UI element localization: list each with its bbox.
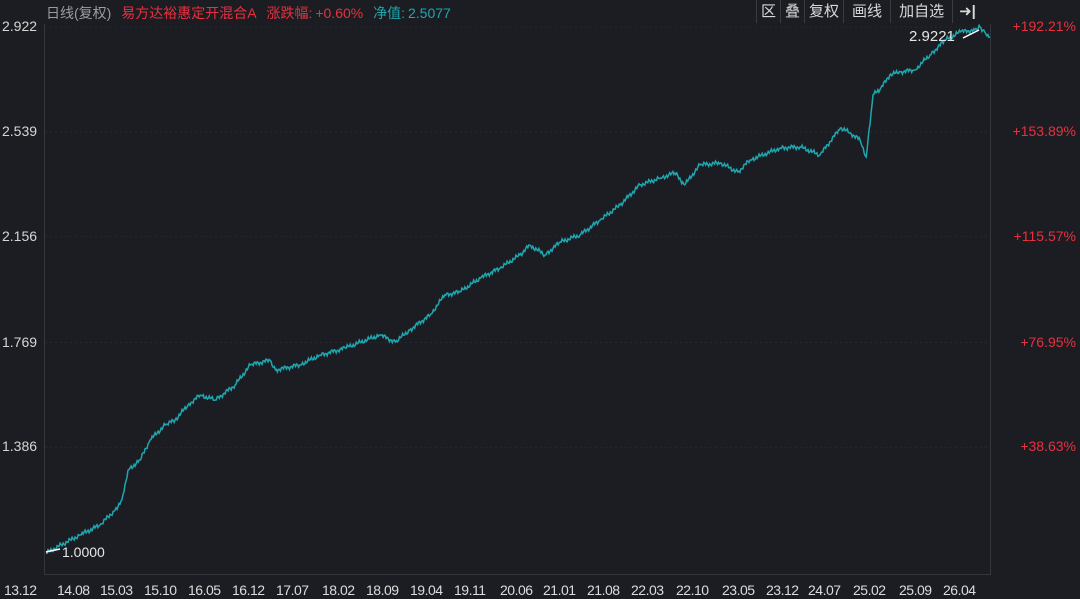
nav-line — [45, 23, 991, 555]
x-tick-label: 24.07 — [808, 582, 841, 598]
x-tick-label: 14.08 — [57, 582, 90, 598]
x-tick-label: 19.04 — [410, 582, 443, 598]
x-tick-label: 21.01 — [543, 582, 576, 598]
x-tick-label: 26.04 — [943, 582, 976, 598]
y-tick-label: 1.769 — [2, 333, 38, 350]
right-tick-label: +38.63% — [1020, 438, 1076, 455]
line-chart — [45, 23, 991, 555]
max-value-label: 2.9221 — [909, 28, 955, 45]
right-tick-label: +153.89% — [1012, 122, 1076, 139]
y-tick-label: 2.539 — [2, 122, 38, 139]
x-tick-label: 16.05 — [188, 582, 221, 598]
right-tick-label: +76.95% — [1020, 333, 1076, 350]
x-tick-label: 18.02 — [322, 582, 355, 598]
y-tick-label: 2.156 — [2, 227, 38, 244]
x-tick-label: 18.09 — [366, 582, 399, 598]
x-tick-label: 23.12 — [766, 582, 799, 598]
x-tick-label: 20.06 — [500, 582, 533, 598]
x-tick-label: 17.07 — [276, 582, 309, 598]
start-value-label: 1.0000 — [62, 544, 105, 560]
right-tick-label: +192.21% — [1012, 18, 1076, 34]
x-tick-label: 22.10 — [676, 582, 709, 598]
x-tick-label: 13.12 — [4, 582, 37, 598]
x-tick-label: 22.03 — [631, 582, 664, 598]
x-tick-label: 16.12 — [232, 582, 265, 598]
x-tick-label: 21.08 — [587, 582, 620, 598]
x-tick-label: 15.03 — [100, 582, 133, 598]
right-tick-label: +115.57% — [1013, 227, 1076, 244]
x-tick-label: 23.05 — [722, 582, 755, 598]
x-tick-label: 19.11 — [454, 582, 486, 598]
x-tick-label: 15.10 — [144, 582, 177, 598]
x-tick-label: 25.02 — [853, 582, 886, 598]
y-tick-label: 2.922 — [2, 18, 38, 34]
x-tick-label: 25.09 — [899, 582, 932, 598]
y-tick-label: 1.386 — [2, 438, 38, 455]
